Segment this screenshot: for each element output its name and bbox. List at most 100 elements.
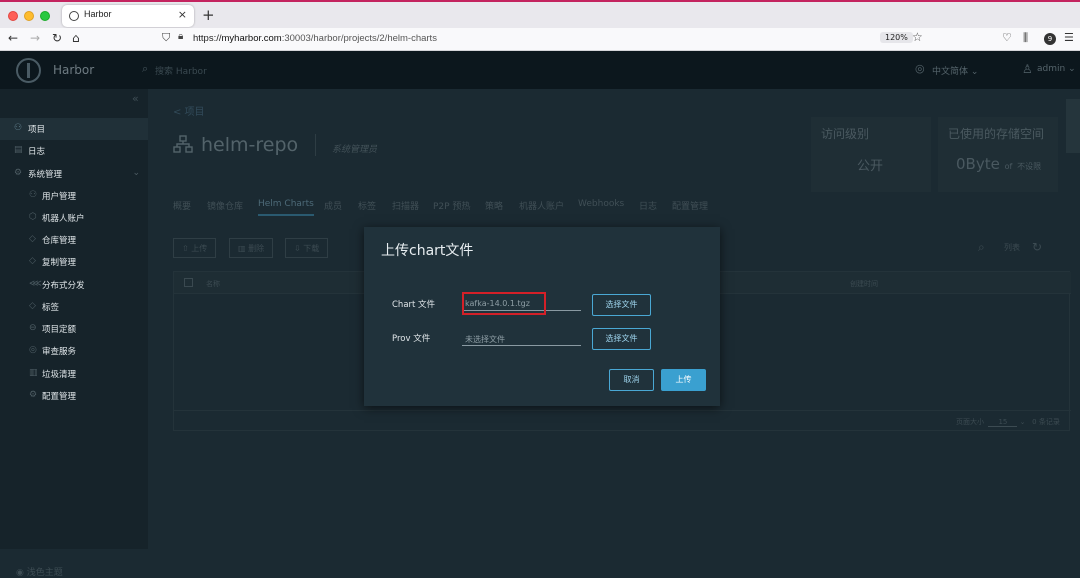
cancel-button[interactable]: 取消: [609, 369, 654, 391]
quota-icon: ⊖: [29, 323, 37, 333]
zoom-level-badge[interactable]: 120%: [880, 32, 913, 43]
delete-chart-button[interactable]: ▥ 删除: [229, 238, 274, 258]
tab-members[interactable]: 成员: [324, 199, 342, 212]
chart-file-label: Chart 文件: [392, 300, 436, 310]
sidebar-item-gc[interactable]: ▥ 垃圾清理: [0, 363, 148, 385]
bookmark-star-icon[interactable]: ☆: [912, 30, 923, 44]
storage-card: 已使用的存储空间 0Byte of 不设限: [938, 117, 1058, 192]
upload-chart-dialog: 上传chart文件 Chart 文件 kafka-14.0.1.tgz 选择文件…: [364, 227, 720, 406]
storage-value: 0Byte of 不设限: [956, 155, 1042, 173]
sidebar-item-scanners[interactable]: ◎ 审查服务: [0, 340, 148, 362]
sidebar-item-quotas[interactable]: ⊖ 项目定额: [0, 318, 148, 340]
tab-scanner[interactable]: 扫描器: [392, 199, 419, 212]
sidebar-item-replications[interactable]: ◇ 复制管理: [0, 251, 148, 273]
tab-logs[interactable]: 日志: [639, 199, 657, 212]
refresh-icon[interactable]: ↻: [1032, 240, 1042, 254]
forward-arrow-icon[interactable]: →: [30, 31, 40, 45]
access-level-card: 访问级别 公开: [811, 117, 931, 192]
project-name: helm-repo: [201, 134, 299, 156]
tab-summary[interactable]: 概要: [173, 199, 191, 212]
reload-icon[interactable]: ↻: [52, 31, 62, 45]
browser-tab-title: Harbor: [84, 9, 112, 19]
sidebar-item-labels[interactable]: ◇ 标签: [0, 296, 148, 318]
admin-icon: ⚙: [14, 168, 23, 178]
close-window-button[interactable]: [8, 11, 18, 21]
sidebar-item-registries[interactable]: ◇ 仓库管理: [0, 229, 148, 251]
project-icon: ⚇: [14, 123, 23, 133]
robot-icon: ⬡: [29, 212, 37, 222]
tab-p2p[interactable]: P2P 预热: [433, 199, 470, 212]
highlight-box: [462, 292, 546, 315]
harbor-logo-icon[interactable]: [16, 58, 41, 83]
chevron-down-icon: ⌄: [132, 168, 140, 178]
browser-tab-bar: Harbor × +: [0, 0, 1080, 28]
tab-configuration[interactable]: 配置管理: [672, 199, 708, 212]
access-level-label: 访问级别: [821, 127, 870, 141]
replication-icon: ◇: [29, 256, 36, 266]
tab-repositories[interactable]: 镜像仓库: [207, 199, 243, 212]
lock-icon[interactable]: 🔒︎: [178, 31, 183, 42]
choose-chart-file-button[interactable]: 选择文件: [592, 294, 651, 316]
globe-icon: ◎: [915, 62, 925, 75]
label-icon: ◇: [29, 301, 36, 311]
upload-button[interactable]: 上传: [661, 369, 706, 391]
search-icon[interactable]: ⌕: [978, 240, 985, 255]
extension-badge-icon[interactable]: 9: [1044, 33, 1056, 45]
close-tab-icon[interactable]: ×: [178, 8, 187, 21]
column-created[interactable]: 创建时间: [850, 279, 878, 289]
upload-chart-button[interactable]: ⇧ 上传: [173, 238, 217, 258]
browser-tab[interactable]: Harbor ×: [62, 5, 194, 27]
sidebar-item-users[interactable]: ⚇ 用户管理: [0, 185, 148, 207]
column-name[interactable]: 名称: [206, 279, 220, 289]
collapse-sidebar-icon[interactable]: «: [132, 92, 139, 105]
app-header: Harbor ⌕ 搜索 Harbor ◎ 中文简体 ⌄ ♙ admin ⌄: [0, 51, 1080, 89]
tab-labels[interactable]: 标签: [358, 199, 376, 212]
language-selector[interactable]: 中文简体 ⌄: [932, 64, 978, 77]
tracking-shield-icon[interactable]: ⛉: [162, 31, 170, 45]
url-bar[interactable]: ⛉ 🔒︎ https://myharbor.com:30003/harbor/p…: [152, 30, 932, 49]
download-chart-button[interactable]: ⇩ 下载: [285, 238, 329, 258]
sidebar-item-distributions[interactable]: ⋘ 分布式分发: [0, 274, 148, 296]
choose-prov-file-button[interactable]: 选择文件: [592, 328, 651, 350]
pocket-icon[interactable]: ♡: [1002, 31, 1012, 44]
theme-toggle[interactable]: ◉ 浅色主题: [16, 565, 63, 578]
user-menu[interactable]: admin ⌄: [1037, 64, 1076, 74]
library-icon[interactable]: ⫼: [1023, 31, 1028, 45]
back-to-projects-link[interactable]: < 项目: [173, 103, 205, 118]
access-level-value: 公开: [857, 159, 884, 174]
tab-helm-charts[interactable]: Helm Charts: [258, 199, 314, 216]
view-toggle[interactable]: 列表: [996, 238, 1028, 258]
pagination: 页面大小 15 ⌄ 0 条记录: [956, 418, 1060, 427]
tab-robot-accounts[interactable]: 机器人账户: [519, 199, 564, 212]
global-search-input[interactable]: 搜索 Harbor: [155, 64, 207, 77]
select-all-checkbox[interactable]: [184, 278, 193, 287]
url-text[interactable]: https://myharbor.com:30003/harbor/projec…: [193, 33, 437, 44]
search-icon: ⌕: [142, 62, 149, 75]
title-divider: [315, 134, 316, 156]
page-size-select[interactable]: 15: [988, 418, 1018, 427]
sidebar-item-configuration[interactable]: ⚙ 配置管理: [0, 385, 148, 407]
new-tab-button[interactable]: +: [202, 6, 215, 24]
brand-name[interactable]: Harbor: [53, 63, 94, 77]
storage-label: 已使用的存储空间: [948, 127, 1045, 141]
config-icon: ⚙: [29, 390, 38, 400]
minimize-window-button[interactable]: [24, 11, 34, 21]
distribution-icon: ⋘: [29, 279, 42, 289]
prov-file-input[interactable]: 未选择文件: [462, 331, 581, 346]
tab-policy[interactable]: 策略: [485, 199, 503, 212]
sidebar-item-projects[interactable]: ⚇ 项目: [0, 118, 148, 140]
maximize-window-button[interactable]: [40, 11, 50, 21]
home-icon[interactable]: ⌂: [72, 31, 80, 45]
log-icon: ▤: [14, 145, 23, 155]
sidebar: « ⚇ 项目 ▤ 日志 ⚙ 系统管理 ⌄ ⚇ 用户管理 ⬡ 机器人账户 ◇ 仓库管理 ◇ 复制管…: [0, 89, 148, 578]
event-log-tab[interactable]: [1066, 99, 1080, 153]
back-arrow-icon[interactable]: ←: [8, 31, 18, 45]
sidebar-item-robots[interactable]: ⬡ 机器人账户: [0, 207, 148, 229]
sidebar-item-logs[interactable]: ▤ 日志: [0, 140, 148, 162]
harbor-favicon-icon: [69, 11, 79, 21]
trash-icon: ▥: [29, 368, 38, 378]
tab-webhooks[interactable]: Webhooks: [578, 199, 624, 209]
dialog-title: 上传chart文件: [381, 243, 474, 259]
menu-icon[interactable]: ☰: [1064, 31, 1074, 44]
sidebar-item-administration[interactable]: ⚙ 系统管理 ⌄: [0, 163, 148, 185]
